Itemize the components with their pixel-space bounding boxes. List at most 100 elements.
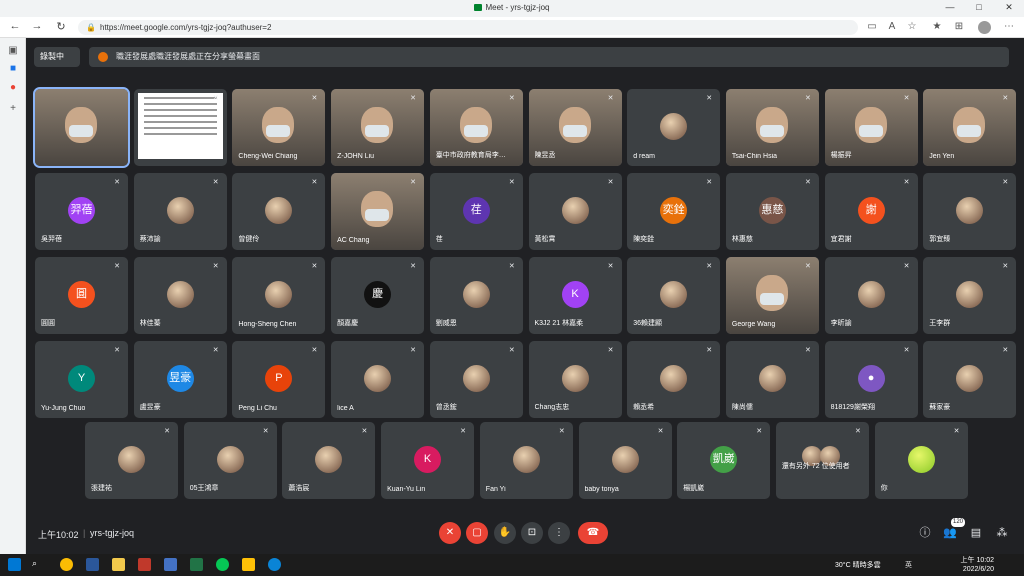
edge-icon[interactable] — [268, 558, 281, 571]
url-text: https://meet.google.com/yrs-tgjz-joq?aut… — [100, 23, 272, 32]
info-icon[interactable]: ⓘ — [918, 526, 932, 540]
mic-muted-icon: ✕ — [262, 428, 269, 435]
participant-tile[interactable]: ✕ Cheng-Wei Chiang — [232, 89, 326, 166]
participant-tile[interactable]: ✕ 劉威恩 — [429, 257, 523, 334]
participant-tile[interactable]: 謝 ✕ 宜君謝 — [824, 173, 918, 250]
participant-tile[interactable]: ✕ 李昕諭 — [824, 257, 918, 334]
participant-tile[interactable]: 凱崴 ✕ 楊凱崴 — [677, 422, 771, 499]
more-options-icon[interactable]: ⋮ — [548, 522, 570, 544]
camera-permission-icon[interactable]: ▭ — [865, 21, 879, 32]
file-explorer-icon[interactable] — [112, 558, 125, 571]
camera-off-icon[interactable]: ▢ — [466, 522, 488, 544]
participant-photo — [660, 365, 688, 392]
back-icon[interactable]: ← — [8, 20, 22, 32]
participant-tile[interactable]: K ✕ K3J2 21 林嘉柔 — [528, 257, 622, 334]
participant-tile[interactable]: ✕ 楊振昇 — [824, 89, 918, 166]
calculator-icon[interactable] — [164, 558, 177, 571]
favorite-icon[interactable]: ☆ — [905, 21, 919, 32]
people-icon[interactable]: 👥 — [943, 526, 957, 540]
participant-tile[interactable]: 慶 ✕ 顏嘉慶 — [331, 257, 425, 334]
participant-tile[interactable]: ✕ baby tonya — [578, 422, 672, 499]
url-field[interactable]: 🔒 https://meet.google.com/yrs-tgjz-joq?au… — [78, 20, 858, 35]
excel-icon[interactable] — [190, 558, 203, 571]
pdf-app-icon[interactable] — [138, 558, 151, 571]
participant-tile[interactable]: K ✕ Kuan-Yu Lin — [381, 422, 475, 499]
chat-icon[interactable]: ▤ — [969, 526, 983, 540]
tab-actions-icon[interactable]: ▣ — [6, 44, 20, 58]
weather-widget[interactable]: 30°C 晴時多雲 — [835, 560, 881, 570]
add-tab-icon[interactable]: + — [6, 102, 20, 116]
participant-tile[interactable]: P ✕ Peng Li Chu — [232, 341, 326, 418]
participant-tile[interactable]: 奕銓 ✕ 陳奕銓 — [627, 173, 721, 250]
participant-tile[interactable]: 荏 ✕ 荏 — [429, 173, 523, 250]
participant-tile[interactable]: ✕ Chang志忠 — [528, 341, 622, 418]
participant-tile[interactable]: ✕ 曾健伶 — [232, 173, 326, 250]
participant-name: 818129謝榮翔 — [830, 404, 875, 411]
maximize-icon[interactable]: □ — [964, 2, 994, 12]
taskbar-clock[interactable]: 上午 10:02 2022/6/20 — [960, 556, 994, 574]
tab-icon[interactable]: ■ — [6, 62, 20, 76]
participant-tile[interactable]: 昱豪 ✕ 盧昱豪 — [133, 341, 227, 418]
participant-tile[interactable]: ✕ Fan Yi — [479, 422, 573, 499]
participant-tile[interactable]: ✕ 陳尚儒 — [725, 341, 819, 418]
participant-tile[interactable]: ✕ George Wang — [725, 257, 819, 334]
participant-tile[interactable]: ✕ 還有另外 72 位使用者 — [775, 422, 869, 499]
raise-hand-icon[interactable]: ✋ — [494, 522, 516, 544]
participant-tile[interactable]: ✕ 蕭浩宸 — [282, 422, 376, 499]
screen-share-banner[interactable]: 職涯發展處職涯發展處正在分享螢幕畫面 — [89, 47, 1009, 67]
chrome-icon[interactable] — [60, 558, 73, 571]
word-icon[interactable] — [86, 558, 99, 571]
participant-avatar: 昱豪 — [166, 365, 194, 392]
search-icon[interactable]: ⌕ — [32, 558, 45, 571]
participant-tile[interactable]: 惠慈 ✕ 林惠慈 — [725, 173, 819, 250]
browser-menu-icon[interactable]: ⋯ — [1002, 21, 1016, 32]
participant-tile[interactable]: ✕ 陳昱丞 — [528, 89, 622, 166]
participant-tile[interactable]: ✕ 林佳蓁 — [133, 257, 227, 334]
participant-tile[interactable]: ✕ d ream — [627, 89, 721, 166]
start-icon[interactable] — [8, 558, 21, 571]
record-tab-icon[interactable]: ● — [6, 81, 20, 95]
participant-tile[interactable]: ✕ 臺中市政府教育局李… — [429, 89, 523, 166]
participant-tile[interactable]: ✕ 蘇家豪 — [923, 341, 1017, 418]
participant-tile[interactable]: ✕ AC Chang — [331, 173, 425, 250]
line-icon[interactable] — [216, 558, 229, 571]
participant-tile[interactable] — [33, 87, 130, 168]
participant-tile[interactable]: ✕ 05王鴻章 — [183, 422, 277, 499]
participant-tile[interactable]: 圓 ✕ 圓圓 — [35, 257, 128, 334]
sticky-notes-icon[interactable] — [242, 558, 255, 571]
participant-tile[interactable]: Y ✕ Yu-Jung Chuo — [35, 341, 128, 418]
participant-tile[interactable]: ● ✕ 818129謝榮翔 — [824, 341, 918, 418]
hangup-icon[interactable]: ☎ — [578, 522, 608, 544]
forward-icon[interactable]: → — [30, 20, 44, 32]
participant-tile[interactable]: ✕ 賴丞希 — [627, 341, 721, 418]
participant-tile[interactable]: ✕ lice A — [331, 341, 425, 418]
read-aloud-icon[interactable]: A — [885, 21, 899, 32]
participant-tile[interactable]: ✕ Jen Yen — [923, 89, 1017, 166]
present-icon[interactable]: ⊡ — [521, 522, 543, 544]
participant-tile[interactable]: ✕ 張建祐 — [85, 422, 178, 499]
participant-tile[interactable]: ✕ 黃松霄 — [528, 173, 622, 250]
participant-avatar: 奕銓 — [660, 197, 688, 224]
mic-off-icon[interactable]: ✕ — [439, 522, 461, 544]
favorites-icon[interactable]: ★ — [930, 21, 944, 32]
participant-tile[interactable]: 羿蓓 ✕ 吳羿蓓 — [35, 173, 128, 250]
participant-tile[interactable]: ✕ 36賴建顯 — [627, 257, 721, 334]
participant-photo — [956, 281, 984, 308]
participant-tile[interactable]: ✕ 曾丞鋐 — [429, 341, 523, 418]
participant-tile[interactable]: ✕ Z-JOHN Liu — [331, 89, 425, 166]
collections-icon[interactable]: ⊞ — [952, 21, 966, 32]
profile-avatar[interactable] — [978, 21, 991, 34]
participant-tile[interactable]: ✕ 郭宜臻 — [923, 173, 1017, 250]
participant-tile[interactable]: ✕ 王李群 — [923, 257, 1017, 334]
participant-tile[interactable]: ✕ 你 — [874, 422, 968, 499]
reload-icon[interactable]: ↻ — [54, 20, 68, 33]
activities-icon[interactable]: ⁂ — [995, 526, 1009, 540]
minimize-icon[interactable]: — — [935, 2, 965, 12]
participant-tile[interactable]: ✕ Tsai-Chin Hsia — [725, 89, 819, 166]
meeting-clock: 上午10:02 — [38, 530, 79, 540]
participant-tile[interactable]: ✕ 蔡沛諭 — [133, 173, 227, 250]
input-method[interactable]: 英 — [905, 560, 912, 570]
participant-tile[interactable]: ✕ Hong-Sheng Chen — [232, 257, 326, 334]
participant-tile[interactable]: ✕ — [133, 89, 227, 166]
close-window-icon[interactable]: ✕ — [994, 2, 1024, 13]
